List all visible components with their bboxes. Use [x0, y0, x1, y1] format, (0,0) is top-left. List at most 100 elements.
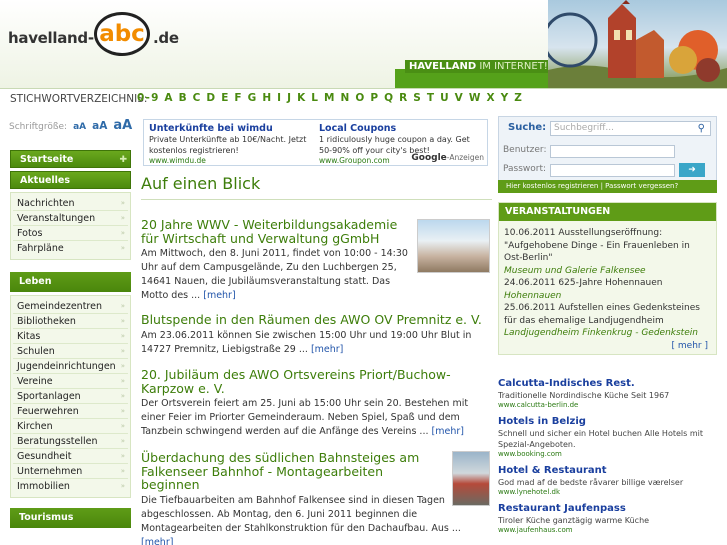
- article-headline[interactable]: Blutspende in den Räumen des AWO OV Prem…: [141, 313, 492, 327]
- nav-item-label: Fotos: [17, 228, 43, 239]
- nav-item-kitas[interactable]: Kitas »: [13, 329, 128, 344]
- ad-url[interactable]: www.wimdu.de: [149, 156, 314, 165]
- nav-section-leben[interactable]: Leben: [10, 272, 131, 292]
- events-more-link[interactable]: [ mehr ]: [672, 341, 708, 351]
- ad-title[interactable]: Hotels in Belzig: [498, 416, 717, 428]
- search-placeholder: Suchbegriff...: [554, 123, 615, 133]
- font-size-large-button[interactable]: aA: [113, 118, 132, 133]
- arrow-right-icon: »: [120, 317, 125, 325]
- events-box: VERANSTALTUNGEN 10.06.2011 Ausstellungse…: [498, 202, 717, 355]
- nav-item-jugendeinrichtungen[interactable]: Jugendeinrichtungen »: [13, 359, 128, 374]
- nav-aktuelles[interactable]: Aktuelles: [10, 171, 131, 189]
- read-more-link[interactable]: [mehr]: [432, 426, 464, 437]
- nav-item-fahrplaene[interactable]: Fahrpläne »: [13, 241, 128, 256]
- article-thumbnail-photo[interactable]: [452, 451, 490, 506]
- ad-hotel-restaurant[interactable]: Hotel & Restaurant God mad af de bedste …: [498, 465, 717, 497]
- article-text: Der Ortsverein feiert am 25. Juni ab 15:…: [141, 398, 469, 437]
- nav-item-veranstaltungen[interactable]: Veranstaltungen »: [13, 211, 128, 226]
- ad-title[interactable]: Local Coupons: [319, 123, 484, 134]
- read-more-link[interactable]: [mehr]: [141, 537, 173, 545]
- login-links[interactable]: Hier kostenlos registrieren | Passwort v…: [498, 180, 717, 193]
- event-text: 25.06.2011 Aufstellen eines Gedenksteine…: [504, 303, 700, 326]
- nav-leben-list: Gemeindezentren » Bibliotheken » Kitas » Sc…: [10, 295, 131, 498]
- nav-item-nachrichten[interactable]: Nachrichten »: [13, 196, 128, 211]
- google-logo: Google: [411, 153, 447, 163]
- read-more-link[interactable]: [mehr]: [311, 344, 343, 355]
- event-location[interactable]: Hohennauen: [504, 291, 561, 301]
- news-article: 20. Jubiläum des AWO Ortsvereins Priort/…: [141, 368, 492, 439]
- nav-item-vereine[interactable]: Vereine »: [13, 374, 128, 389]
- ad-title[interactable]: Restaurant Jaufenpass: [498, 503, 717, 515]
- ad-url[interactable]: www.booking.com: [498, 450, 717, 459]
- ad-wimdu[interactable]: Unterkünfte bei wimdu Private Unterkünft…: [149, 123, 314, 165]
- keyword-index-bar: STICHWORTVERZEICHNIS: 0-9 A B C D E F G …: [0, 88, 727, 108]
- password-field[interactable]: [550, 164, 675, 177]
- article-headline[interactable]: 20 Jahre WWV - Weiterbildungsakademie fü…: [141, 218, 411, 245]
- arrow-right-icon: »: [120, 377, 125, 385]
- arrow-right-icon: »: [120, 199, 125, 207]
- nav-startseite[interactable]: Startseite ✚: [10, 150, 131, 168]
- nav-item-gemeindezentren[interactable]: Gemeindezentren »: [13, 299, 128, 314]
- logo-text-right: .de: [153, 29, 179, 47]
- ad-jaufenpass[interactable]: Restaurant Jaufenpass Tiroler Küche ganz…: [498, 503, 717, 535]
- page-title: Auf einen Blick: [141, 174, 261, 193]
- username-label: Benutzer:: [503, 145, 547, 155]
- event-item[interactable]: 25.06.2011 Aufstellen eines Gedenksteine…: [504, 302, 711, 340]
- nav-item-label: Feuerwehren: [17, 406, 79, 417]
- ad-description: Schnell und sicher ein Hotel buchen Alle…: [498, 429, 703, 449]
- font-size-small-button[interactable]: aA: [73, 122, 86, 132]
- header-slogan: HAVELLAND IM INTERNET!: [405, 60, 552, 73]
- ad-url[interactable]: www.jaufenhaus.com: [498, 526, 717, 535]
- username-field[interactable]: [550, 145, 675, 158]
- nav-item-unternehmen[interactable]: Unternehmen »: [13, 464, 128, 479]
- nav-item-beratungsstellen[interactable]: Beratungsstellen »: [13, 434, 128, 449]
- search-input[interactable]: Suchbegriff... ⚲: [550, 121, 711, 136]
- google-ads-label[interactable]: Google-Anzeigen: [411, 153, 484, 163]
- article-headline[interactable]: Überdachung des südlichen Bahnsteiges am…: [141, 451, 441, 492]
- event-item[interactable]: 24.06.2011 625-Jahre Hohennauen Hohennaue…: [504, 277, 711, 302]
- ad-url[interactable]: www.lynehotel.dk: [498, 488, 717, 497]
- arrow-right-icon: »: [120, 467, 125, 475]
- ad-title[interactable]: Hotel & Restaurant: [498, 465, 717, 477]
- nav-item-gesundheit[interactable]: Gesundheit »: [13, 449, 128, 464]
- read-more-link[interactable]: [mehr]: [203, 290, 235, 301]
- ad-title[interactable]: Unterkünfte bei wimdu: [149, 123, 314, 134]
- article-headline[interactable]: 20. Jubiläum des AWO Ortsvereins Priort/…: [141, 368, 492, 395]
- nav-item-bibliotheken[interactable]: Bibliotheken »: [13, 314, 128, 329]
- ad-url[interactable]: www.calcutta-berlin.de: [498, 401, 717, 410]
- nav-aktuelles-list: Nachrichten » Veranstaltungen » Fotos » Fah…: [10, 192, 131, 260]
- events-heading: VERANSTALTUNGEN: [499, 203, 716, 221]
- nav-item-feuerwehren[interactable]: Feuerwehren »: [13, 404, 128, 419]
- article-thumbnail-photo[interactable]: [417, 219, 490, 273]
- ad-description: Private Unterkünfte ab 10€/Nacht. Jetzt …: [149, 135, 307, 155]
- nav-aktuelles-label: Aktuelles: [20, 175, 71, 186]
- ad-calcutta[interactable]: Calcutta-Indisches Rest. Traditionelle N…: [498, 378, 717, 410]
- nav-item-immobilien[interactable]: Immobilien »: [13, 479, 128, 494]
- nav-item-label: Immobilien: [17, 481, 70, 492]
- nav-item-kirchen[interactable]: Kirchen »: [13, 419, 128, 434]
- event-item[interactable]: 10.06.2011 Ausstellungseröffnung: "Aufge…: [504, 227, 711, 277]
- nav-item-fotos[interactable]: Fotos »: [13, 226, 128, 241]
- ad-title[interactable]: Calcutta-Indisches Rest.: [498, 378, 717, 390]
- nav-section-tourismus[interactable]: Tourismus: [10, 508, 131, 528]
- nav-item-label: Sportanlagen: [17, 391, 81, 402]
- font-size-medium-button[interactable]: aA: [92, 120, 107, 132]
- left-navigation: Startseite ✚ Aktuelles Nachrichten » Veran…: [10, 150, 131, 531]
- event-location[interactable]: Landjugendheim Finkenkrug - Gedenkstein: [504, 328, 698, 338]
- login-button[interactable]: ➜: [679, 163, 705, 177]
- nav-item-label: Jugendeinrichtungen: [17, 361, 116, 372]
- title-divider: [141, 199, 492, 200]
- event-location[interactable]: Museum und Galerie Falkensee: [504, 266, 646, 276]
- arrow-right-icon: »: [120, 302, 125, 310]
- site-logo[interactable]: havelland- abc .de: [8, 10, 179, 60]
- expand-icon: ✚: [119, 155, 127, 165]
- search-label: Suche:: [508, 122, 547, 133]
- keyword-index-letters[interactable]: 0-9 A B C D E F G H I J K L M N O P Q R …: [137, 92, 523, 104]
- nav-item-sportanlagen[interactable]: Sportanlagen »: [13, 389, 128, 404]
- search-icon[interactable]: ⚲: [698, 122, 705, 135]
- arrow-right-icon: »: [120, 482, 125, 490]
- nav-item-schulen[interactable]: Schulen »: [13, 344, 128, 359]
- arrow-right-icon: »: [120, 407, 125, 415]
- ad-hotels-belzig[interactable]: Hotels in Belzig Schnell und sicher ein …: [498, 416, 717, 459]
- slogan-rest: IM INTERNET!: [476, 61, 548, 72]
